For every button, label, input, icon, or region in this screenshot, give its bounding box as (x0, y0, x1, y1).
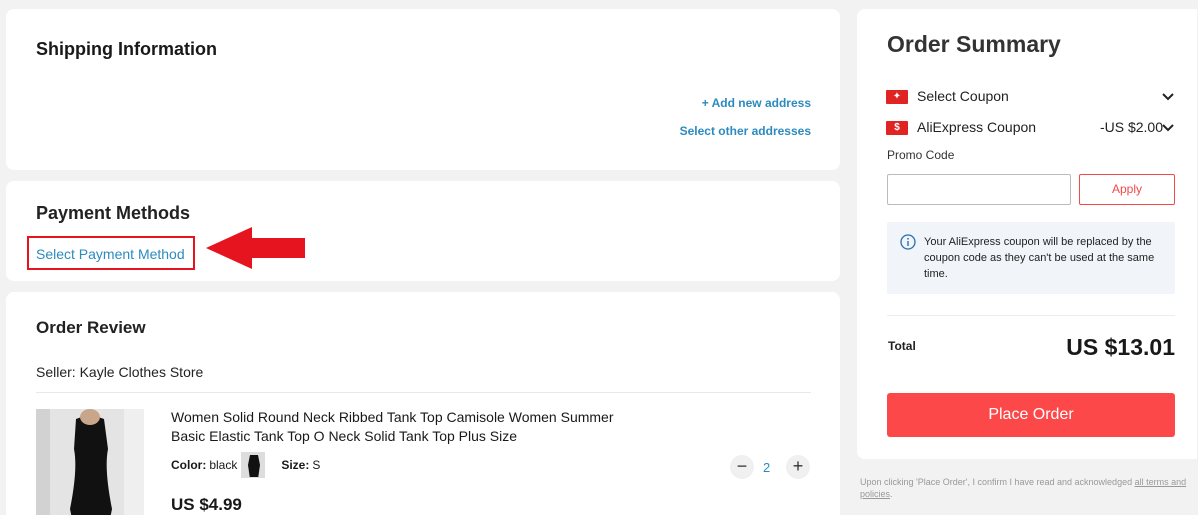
color-label: Color: (171, 458, 207, 472)
quantity-decrease-button[interactable]: − (730, 455, 754, 479)
order-review-title: Order Review (36, 318, 146, 337)
select-payment-method-highlight[interactable]: Select Payment Method (27, 236, 195, 270)
coupon-notice-text: Your AliExpress coupon will be replaced … (924, 236, 1155, 280)
product-image[interactable] (36, 409, 144, 515)
payment-card: Payment Methods Select Payment Method (6, 181, 840, 281)
aliexpress-coupon-icon: $ (886, 121, 908, 135)
add-new-address-link[interactable]: + Add new address (702, 96, 811, 110)
promo-code-input[interactable] (887, 174, 1071, 205)
product-attributes: Color: black Size: S (171, 452, 320, 478)
aliexpress-coupon-row[interactable]: $ AliExpress Coupon -US $2.00 (886, 118, 1175, 138)
divider (36, 392, 811, 393)
aliexpress-coupon-amount: -US $2.00 (1099, 119, 1163, 135)
chevron-down-icon[interactable] (1161, 118, 1175, 138)
chevron-down-icon[interactable] (1161, 87, 1175, 107)
total-label: Total (888, 339, 916, 353)
disclaimer: Upon clicking 'Place Order', I confirm I… (860, 476, 1190, 500)
total-value: US $13.01 (1066, 334, 1175, 360)
color-value: black (209, 458, 238, 472)
promo-code-label: Promo Code (887, 148, 955, 162)
select-payment-method-link[interactable]: Select Payment Method (36, 246, 185, 262)
place-order-button[interactable]: Place Order (887, 393, 1175, 437)
apply-button[interactable]: Apply (1079, 174, 1175, 205)
quantity-value: 2 (763, 460, 771, 475)
order-summary-card: Order Summary ✦ Select Coupon $ AliExpre… (857, 9, 1197, 459)
quantity-increase-button[interactable]: + (786, 455, 810, 479)
payment-title: Payment Methods (36, 203, 191, 223)
size-label: Size: (281, 458, 310, 472)
select-coupon-label: Select Coupon (917, 88, 1009, 104)
divider (887, 315, 1175, 316)
select-coupon-row[interactable]: ✦ Select Coupon (886, 87, 1175, 107)
coupon-icon: ✦ (886, 90, 908, 104)
size-value: S (312, 458, 321, 472)
select-other-addresses-link[interactable]: Select other addresses (680, 124, 811, 138)
product-price: US $4.99 (171, 495, 242, 514)
aliexpress-coupon-label: AliExpress Coupon (917, 119, 1037, 135)
coupon-notice: Your AliExpress coupon will be replaced … (887, 222, 1175, 294)
order-summary-title: Order Summary (887, 31, 1061, 57)
color-swatch (241, 452, 266, 478)
product-title[interactable]: Women Solid Round Neck Ribbed Tank Top C… (171, 408, 633, 446)
info-icon (900, 234, 916, 250)
seller-name: Seller: Kayle Clothes Store (36, 364, 204, 380)
disclaimer-end: . (890, 489, 893, 499)
disclaimer-text: Upon clicking 'Place Order', I confirm I… (860, 477, 1135, 487)
order-review-card: Order Review Seller: Kayle Clothes Store… (6, 292, 840, 515)
arrow-left-icon (206, 227, 305, 269)
shipping-title: Shipping Information (36, 39, 217, 59)
shipping-card: Shipping Information + Add new address S… (6, 9, 840, 170)
